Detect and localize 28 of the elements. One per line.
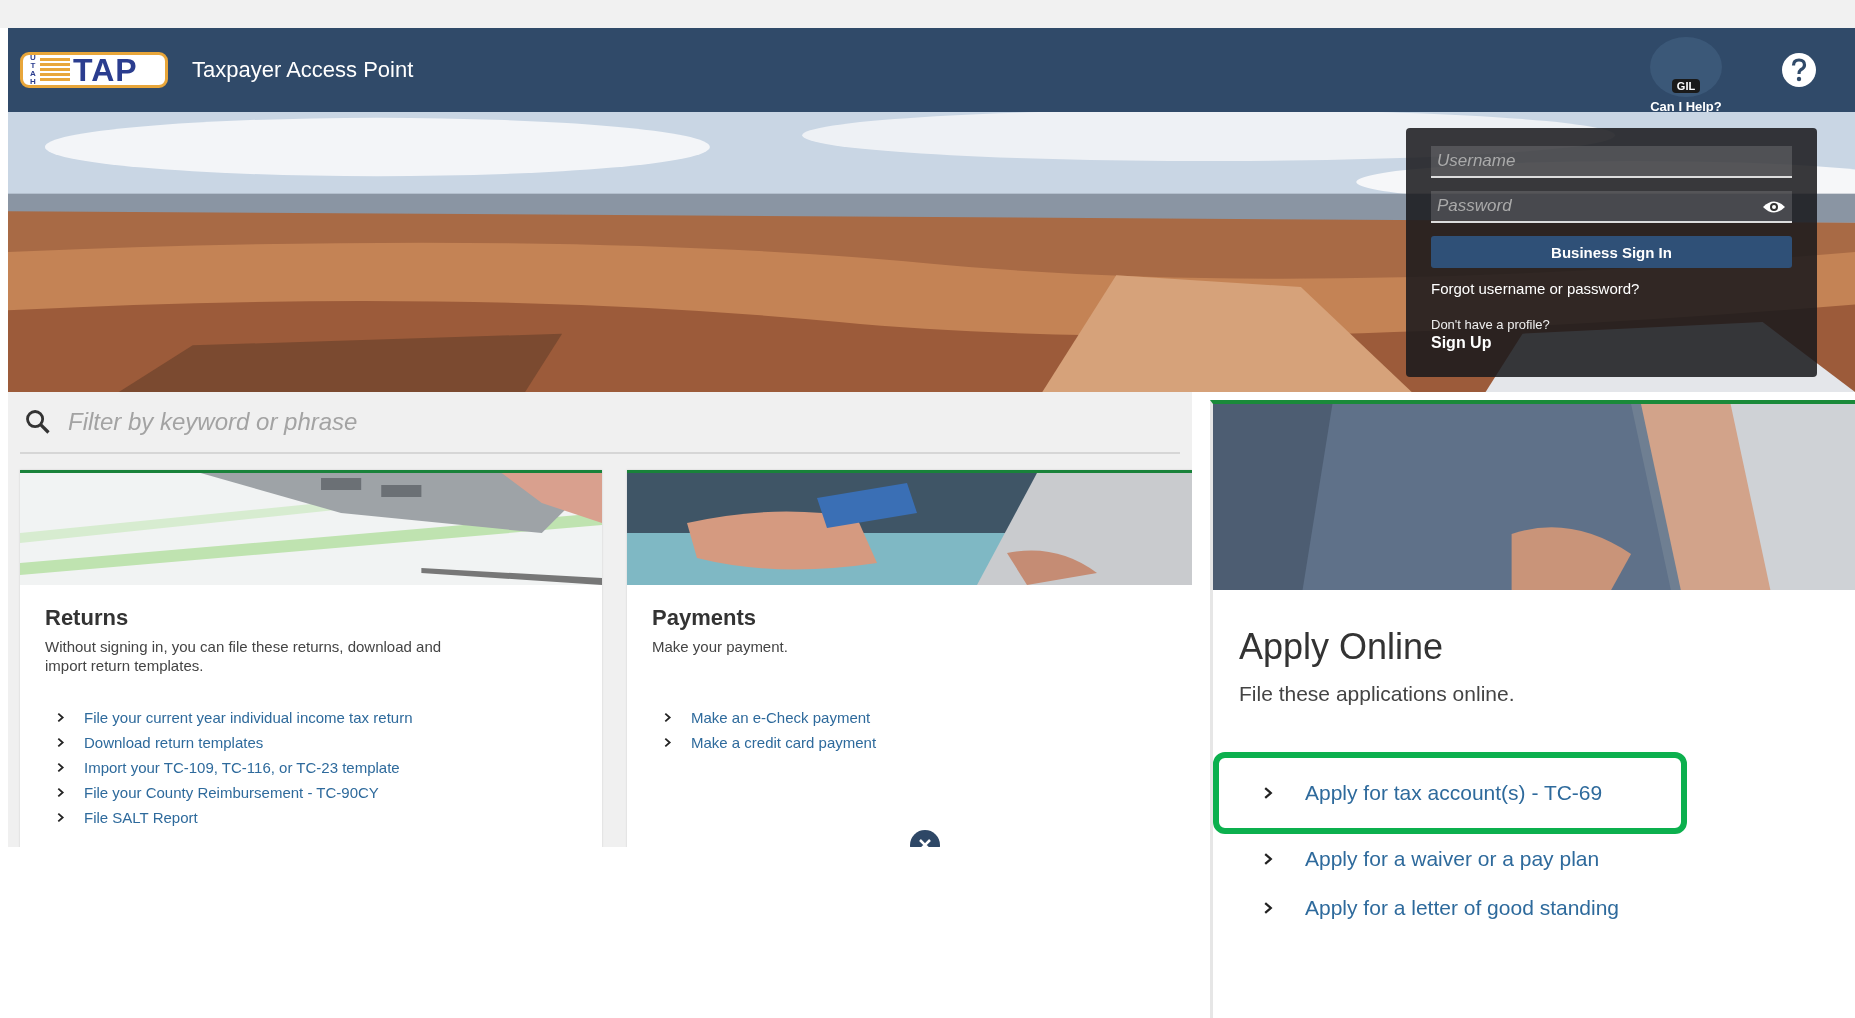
- card-description: Make your payment.: [652, 637, 789, 657]
- card-link[interactable]: Make a credit card payment: [691, 734, 877, 751]
- logo-text: TAP: [73, 54, 138, 86]
- card-link[interactable]: Import your TC-109, TC-116, or TC-23 template: [84, 759, 400, 776]
- forgot-link[interactable]: Forgot username or password?: [1431, 280, 1792, 297]
- apply-link[interactable]: Apply for a letter of good standing: [1305, 895, 1620, 920]
- card-link[interactable]: Download return templates: [84, 734, 264, 751]
- card-title: Returns: [45, 605, 130, 631]
- search-field[interactable]: Filter by keyword or phrase: [66, 407, 1180, 437]
- sign-in-button[interactable]: Business Sign In: [1431, 236, 1792, 268]
- card-link[interactable]: File SALT Report: [84, 809, 198, 826]
- site-title: Taxpayer Access Point: [192, 57, 415, 83]
- card-title: Payments: [652, 605, 757, 631]
- assistant-avatar[interactable]: GIL: [1650, 36, 1722, 97]
- signup-prompt: Don't have a profile?: [1431, 317, 1551, 332]
- apply-link[interactable]: Apply for tax account(s) - TC-69: [1305, 781, 1603, 805]
- logo-state-text: UTAH: [29, 54, 37, 86]
- apply-link[interactable]: Apply for a waiver or a pay plan: [1305, 846, 1600, 871]
- assistant-badge: GIL: [1671, 78, 1701, 93]
- logo[interactable]: UTAH TAP: [20, 52, 168, 88]
- card-link[interactable]: File your County Reimbursement - TC-90CY: [84, 784, 379, 801]
- assistant-label[interactable]: Can I Help?: [1650, 98, 1722, 114]
- sign-up-link[interactable]: Sign Up: [1431, 334, 1492, 352]
- card-title: Apply Online: [1239, 626, 1445, 668]
- card-description: Without signing in, you can file these returns, download and import return templates.: [45, 637, 443, 676]
- card-description: File these applications online.: [1239, 682, 1516, 706]
- card-link[interactable]: File your current year individual income tax return: [84, 709, 413, 726]
- card-link[interactable]: Make an e-Check payment: [691, 709, 871, 726]
